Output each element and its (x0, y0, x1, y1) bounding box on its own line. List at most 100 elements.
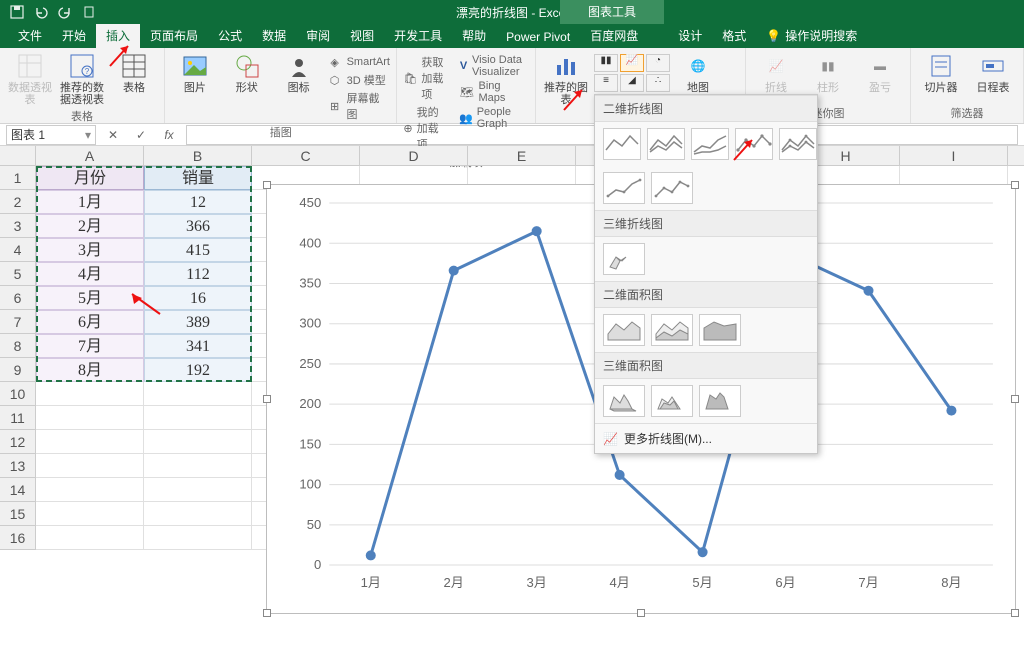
pivot-table-button[interactable]: 数据透视表 (6, 52, 54, 106)
sparkline-winloss-button[interactable]: ▬盈亏 (856, 52, 904, 94)
line-chart-option-1[interactable] (603, 128, 641, 160)
col-header-A[interactable]: A (36, 146, 144, 165)
cell[interactable]: 2月 (36, 214, 144, 238)
cell[interactable]: 112 (144, 262, 252, 286)
col-header-C[interactable]: C (252, 146, 360, 165)
row-header[interactable]: 7 (0, 310, 36, 334)
cell[interactable]: 366 (144, 214, 252, 238)
resize-handle[interactable] (637, 609, 645, 617)
cell[interactable]: 7月 (36, 334, 144, 358)
cell[interactable] (36, 502, 144, 526)
row-header[interactable]: 6 (0, 286, 36, 310)
bing-maps-button[interactable]: 🗺Bing Maps (459, 80, 529, 104)
area-option-1[interactable] (603, 314, 645, 346)
cell[interactable]: 389 (144, 310, 252, 334)
resize-handle[interactable] (1011, 609, 1019, 617)
tab-baidu[interactable]: 百度网盘 (580, 23, 648, 48)
cell[interactable]: 341 (144, 334, 252, 358)
row-header[interactable]: 12 (0, 430, 36, 454)
row-header[interactable]: 9 (0, 358, 36, 382)
slicer-button[interactable]: 切片器 (917, 52, 965, 94)
line-chart-option-3[interactable] (691, 128, 729, 160)
cell[interactable] (144, 382, 252, 406)
tab-pagelayout[interactable]: 页面布局 (140, 23, 208, 48)
col-header-I[interactable]: I (900, 146, 1008, 165)
cell[interactable] (36, 430, 144, 454)
3d-model-button[interactable]: ⬡3D 模型 (327, 72, 391, 88)
tab-format[interactable]: 格式 (712, 23, 756, 48)
touch-mode-icon[interactable] (78, 2, 100, 22)
cell[interactable] (36, 406, 144, 430)
cell[interactable]: 12 (144, 190, 252, 214)
tell-me-search[interactable]: 💡 操作说明搜索 (756, 23, 867, 48)
undo-icon[interactable] (30, 2, 52, 22)
col-header-E[interactable]: E (468, 146, 576, 165)
resize-handle[interactable] (263, 395, 271, 403)
row-header[interactable]: 16 (0, 526, 36, 550)
cell[interactable] (144, 430, 252, 454)
tab-design[interactable]: 设计 (668, 23, 712, 48)
cell[interactable]: 5月 (36, 286, 144, 310)
tab-insert[interactable]: 插入 (96, 23, 140, 48)
area3d-option-3[interactable] (699, 385, 741, 417)
tab-home[interactable]: 开始 (52, 23, 96, 48)
tab-file[interactable]: 文件 (8, 23, 52, 48)
cell[interactable]: 8月 (36, 358, 144, 382)
accept-formula-icon[interactable]: ✓ (130, 128, 152, 142)
cell[interactable] (36, 382, 144, 406)
resize-handle[interactable] (263, 609, 271, 617)
cell[interactable] (144, 478, 252, 502)
line-chart-option-7[interactable] (651, 172, 693, 204)
row-header[interactable]: 1 (0, 166, 36, 190)
recommended-charts-button[interactable]: 推荐的图表 (542, 52, 590, 106)
save-icon[interactable] (6, 2, 28, 22)
row-header[interactable]: 11 (0, 406, 36, 430)
line-chart-option-6[interactable] (603, 172, 645, 204)
area3d-option-1[interactable] (603, 385, 645, 417)
sparkline-column-button[interactable]: ▮▮柱形 (804, 52, 852, 94)
cell[interactable] (36, 526, 144, 550)
visio-button[interactable]: VVisio Data Visualizer (459, 54, 529, 78)
cell[interactable]: 3月 (36, 238, 144, 262)
tab-powerpivot[interactable]: Power Pivot (496, 26, 580, 48)
tab-help[interactable]: 帮助 (452, 23, 496, 48)
cell[interactable]: 1月 (36, 190, 144, 214)
cell[interactable] (36, 478, 144, 502)
line3d-option-1[interactable] (603, 243, 645, 275)
area3d-option-2[interactable] (651, 385, 693, 417)
col-header-D[interactable]: D (360, 146, 468, 165)
cell[interactable] (36, 454, 144, 478)
pictures-button[interactable]: 图片 (171, 52, 219, 94)
line-chart-option-5[interactable] (779, 128, 817, 160)
shapes-button[interactable]: 形状 (223, 52, 271, 94)
area-option-3[interactable] (699, 314, 741, 346)
row-header[interactable]: 5 (0, 262, 36, 286)
resize-handle[interactable] (1011, 181, 1019, 189)
cell[interactable] (144, 454, 252, 478)
resize-handle[interactable] (1011, 395, 1019, 403)
col-header-B[interactable]: B (144, 146, 252, 165)
name-box[interactable]: 图表 1▾ (6, 125, 96, 145)
cell[interactable]: 6月 (36, 310, 144, 334)
cell[interactable] (144, 406, 252, 430)
cell[interactable]: 月份 (36, 166, 144, 190)
icons-button[interactable]: 图标 (275, 52, 323, 94)
cell[interactable]: 4月 (36, 262, 144, 286)
timeline-button[interactable]: 日程表 (969, 52, 1017, 94)
get-addins-button[interactable]: 🛍获取加载项 (403, 54, 447, 102)
tab-review[interactable]: 审阅 (296, 23, 340, 48)
row-header[interactable]: 13 (0, 454, 36, 478)
chart-type-pie[interactable]: ◔ (646, 54, 670, 72)
cancel-formula-icon[interactable]: ✕ (102, 128, 124, 142)
cell[interactable]: 192 (144, 358, 252, 382)
resize-handle[interactable] (263, 181, 271, 189)
chart-type-line[interactable]: 📈 (620, 54, 644, 72)
redo-icon[interactable] (54, 2, 76, 22)
row-header[interactable]: 3 (0, 214, 36, 238)
tab-view[interactable]: 视图 (340, 23, 384, 48)
row-header[interactable]: 14 (0, 478, 36, 502)
smartart-button[interactable]: ◈SmartArt (327, 54, 391, 70)
row-header[interactable]: 2 (0, 190, 36, 214)
screenshot-button[interactable]: ⊞屏幕截图 (327, 90, 391, 122)
line-chart-option-2[interactable] (647, 128, 685, 160)
